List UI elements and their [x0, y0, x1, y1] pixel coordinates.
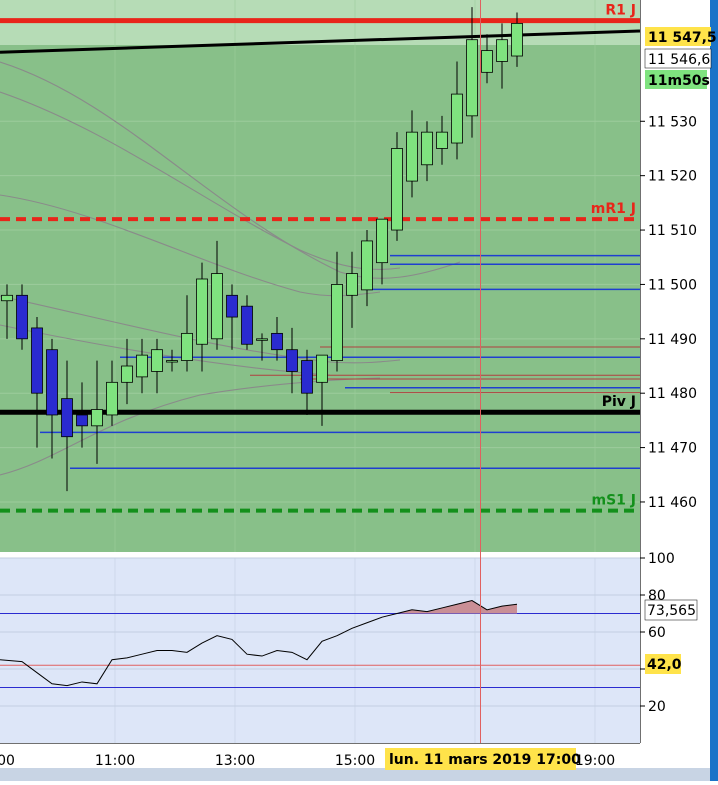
bullish-candle	[511, 22, 523, 57]
bullish-candle	[331, 284, 343, 361]
pivot-level-label: R1 J	[605, 3, 636, 19]
bullish-candle	[136, 354, 148, 378]
bullish-candle	[496, 39, 508, 62]
bearish-candle	[301, 360, 313, 394]
bullish-candle	[361, 240, 373, 291]
bullish-candle	[211, 273, 223, 340]
time-axis-label: 15:00	[335, 753, 375, 769]
bullish-candle	[391, 148, 403, 231]
bullish-candle	[166, 360, 178, 363]
pivot-level-label: Piv J	[602, 394, 636, 410]
bullish-candle	[151, 349, 163, 372]
bearish-candle	[46, 349, 58, 416]
pivot-level-label: mS1 J	[592, 493, 637, 509]
bullish-candle	[91, 409, 103, 427]
price-axis-label: 11 500	[648, 277, 697, 293]
bearish-candle	[271, 332, 283, 351]
bearish-candle	[226, 294, 238, 318]
cursor-date-tag: lun. 11 mars 2019 17:00	[389, 752, 581, 768]
bearish-candle	[31, 327, 43, 394]
bearish-candle	[16, 294, 28, 340]
oscillator-level-tag: 42,0	[647, 657, 682, 673]
price-axis-label: 11 480	[648, 386, 697, 402]
time-axis-label: 00	[0, 753, 15, 769]
oscillator-panel-background	[0, 558, 640, 743]
oscillator-value-tag: 73,565	[647, 603, 696, 619]
bullish-candle	[481, 50, 493, 73]
bullish-candle	[346, 273, 358, 296]
bullish-candle	[436, 131, 448, 149]
time-axis-label: 11:00	[95, 753, 135, 769]
chart-window: R1 J mR1 J Piv J mS1 J 11 460 11 470 11 480 11…	[0, 0, 718, 781]
bearish-candle	[286, 349, 298, 372]
pivot-level-label: mR1 J	[591, 201, 636, 217]
bullish-candle	[196, 278, 208, 345]
bullish-candle	[106, 381, 118, 416]
oscillator-axis-label: 20	[648, 699, 666, 715]
price-axis-label: 11 510	[648, 223, 697, 239]
time-axis-label: 19:00	[575, 753, 615, 769]
bullish-candle	[406, 131, 418, 182]
price-axis-label: 11 470	[648, 441, 697, 457]
time-axis-footer	[0, 768, 710, 781]
time-axis-label: 13:00	[215, 753, 255, 769]
bullish-candle	[121, 365, 133, 383]
price-panel-background	[0, 0, 640, 552]
candle-timer-tag: 11m50s	[648, 73, 710, 89]
bullish-candle	[466, 39, 478, 117]
price-axis-label: 11 490	[648, 332, 697, 348]
price-axis-label: 11 530	[648, 114, 697, 130]
bullish-candle	[316, 354, 328, 383]
bearish-candle	[61, 398, 73, 438]
price-axis-label: 11 460	[648, 495, 697, 511]
bullish-candle	[1, 294, 13, 302]
bearish-candle	[76, 414, 88, 427]
price-axis-label: 11 520	[648, 169, 697, 185]
last-price-tag: 11 547,5	[648, 30, 717, 46]
bullish-candle	[421, 131, 433, 166]
bullish-candle	[376, 218, 388, 264]
bullish-candle	[181, 332, 193, 361]
bearish-candle	[241, 305, 253, 345]
window-border	[710, 0, 718, 781]
chart-canvas: R1 J mR1 J Piv J mS1 J 11 460 11 470 11 480 11…	[0, 0, 718, 781]
bullish-candle	[451, 93, 463, 144]
oscillator-axis-label: 100	[648, 551, 675, 567]
bullish-candle	[256, 338, 268, 341]
trend-price-tag: 11 546,6	[648, 52, 710, 68]
oscillator-axis-label: 60	[648, 625, 666, 641]
